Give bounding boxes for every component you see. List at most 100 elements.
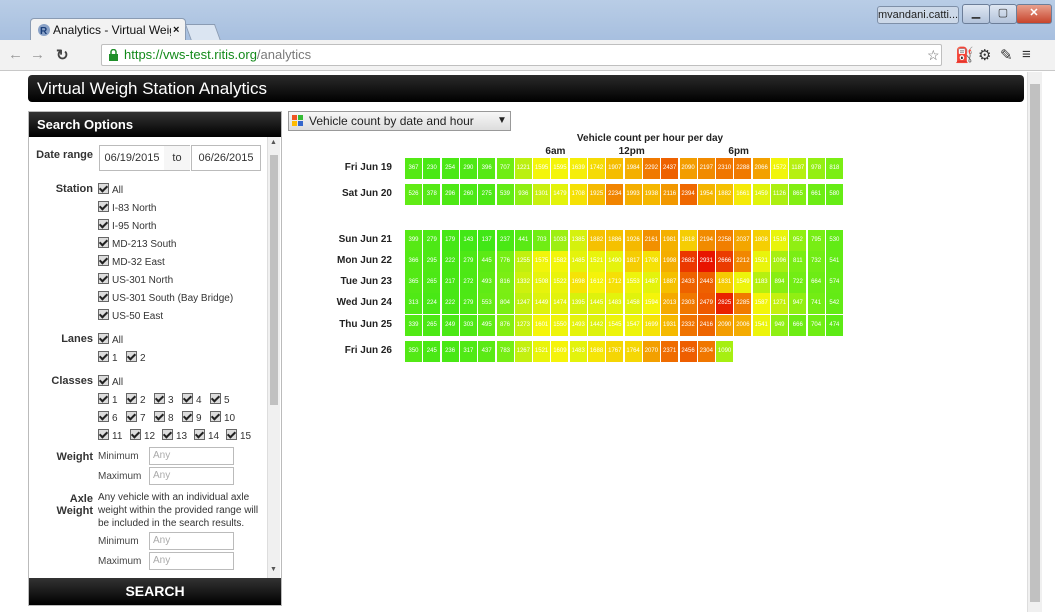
maximize-icon[interactable]: ▢	[989, 4, 1017, 24]
heatmap-cell[interactable]: 2303	[679, 293, 697, 314]
heatmap-cell[interactable]: 2437	[661, 158, 679, 179]
heatmap-cell[interactable]: 279	[459, 251, 477, 272]
heatmap-cell[interactable]: 378	[423, 184, 441, 205]
heatmap-cell[interactable]: 1831	[716, 272, 734, 293]
heatmap-cell[interactable]: 1449	[533, 293, 551, 314]
heatmap-cell[interactable]: 2682	[679, 251, 697, 272]
heatmap-cell[interactable]: 222	[441, 293, 459, 314]
heatmap-cell[interactable]: 493	[478, 272, 496, 293]
heatmap-cell[interactable]: 474	[825, 315, 843, 336]
heatmap-cell[interactable]: 2066	[752, 158, 770, 179]
class-checkbox-2[interactable]: 2	[126, 393, 146, 406]
heatmap-cell[interactable]: 1981	[661, 230, 679, 251]
extension-icon[interactable]: ⛽	[955, 46, 974, 64]
heatmap-cell[interactable]: 574	[825, 272, 843, 293]
heatmap-cell[interactable]: 2433	[679, 272, 697, 293]
heatmap-cell[interactable]: 290	[459, 158, 477, 179]
heatmap-cell[interactable]: 1698	[569, 272, 587, 293]
tab-close-icon[interactable]: ×	[173, 19, 179, 41]
heatmap-cell[interactable]: 1984	[624, 158, 642, 179]
heatmap-cell[interactable]: 1954	[697, 184, 715, 205]
class-checkbox-8[interactable]: 8	[154, 411, 174, 424]
heatmap-cell[interactable]: 2013	[661, 293, 679, 314]
heatmap-cell[interactable]: 1126	[771, 184, 788, 205]
heatmap-cell[interactable]: 1742	[588, 158, 605, 179]
heatmap-cell[interactable]: 1595	[551, 158, 569, 179]
heatmap-cell[interactable]: 245	[423, 341, 441, 362]
heatmap-cell[interactable]: 317	[459, 341, 477, 362]
heatmap-cell[interactable]: 1221	[514, 158, 532, 179]
heatmap-cell[interactable]: 350	[405, 341, 422, 362]
heatmap-cell[interactable]: 1609	[551, 341, 569, 362]
heatmap-cell[interactable]: 1572	[771, 158, 788, 179]
heatmap-cell[interactable]: 1550	[551, 315, 569, 336]
scroll-down-icon[interactable]: ▼	[270, 566, 277, 573]
heatmap-cell[interactable]: 1688	[588, 341, 605, 362]
heatmap-cell[interactable]: 818	[825, 158, 843, 179]
heatmap-cell[interactable]: 1712	[606, 272, 624, 293]
heatmap-cell[interactable]: 876	[496, 315, 514, 336]
heatmap-cell[interactable]: 1521	[588, 251, 605, 272]
heatmap-cell[interactable]: 1549	[734, 272, 752, 293]
heatmap-cell[interactable]: 313	[405, 293, 422, 314]
classes-checkbox-all[interactable]: All	[98, 375, 123, 388]
heatmap-cell[interactable]: 894	[771, 272, 788, 293]
heatmap-cell[interactable]: 2288	[734, 158, 752, 179]
heatmap-cell[interactable]: 1594	[642, 293, 660, 314]
heatmap-cell[interactable]: 143	[459, 230, 477, 251]
heatmap-cell[interactable]: 1490	[606, 251, 624, 272]
heatmap-cell[interactable]: 230	[423, 158, 441, 179]
heatmap-cell[interactable]: 279	[459, 293, 477, 314]
heatmap-cell[interactable]: 1925	[588, 184, 605, 205]
heatmap-cell[interactable]: 224	[423, 293, 441, 314]
heatmap-cell[interactable]: 296	[441, 184, 459, 205]
heatmap-cell[interactable]: 2037	[734, 230, 752, 251]
heatmap-cell[interactable]: 1090	[716, 341, 734, 362]
heatmap-cell[interactable]: 816	[496, 272, 514, 293]
browser-tab[interactable]: R Analytics - Virtual Weigh S ×	[30, 18, 186, 41]
heatmap-cell[interactable]: 2197	[697, 158, 715, 179]
heatmap-cell[interactable]: 1385	[569, 230, 587, 251]
heatmap-cell[interactable]: 1273	[514, 315, 532, 336]
heatmap-cell[interactable]: 865	[789, 184, 807, 205]
heatmap-cell[interactable]: 2234	[606, 184, 624, 205]
class-checkbox-14[interactable]: 14	[194, 429, 219, 442]
lanes-checkbox-all[interactable]: All	[98, 333, 123, 346]
address-bar[interactable]: https://vws-test.ritis.org/analytics ☆	[101, 44, 942, 66]
class-checkbox-13[interactable]: 13	[162, 429, 187, 442]
heatmap-cell[interactable]: 2116	[661, 184, 679, 205]
heatmap-cell[interactable]: 275	[478, 184, 496, 205]
weight-min-input[interactable]: Any	[149, 447, 234, 465]
heatmap-cell[interactable]: 2456	[679, 341, 697, 362]
heatmap-cell[interactable]: 1601	[533, 315, 551, 336]
heatmap-cell[interactable]: 2090	[716, 315, 734, 336]
heatmap-cell[interactable]: 1458	[624, 293, 642, 314]
class-checkbox-4[interactable]: 4	[182, 393, 202, 406]
heatmap-cell[interactable]: 2394	[679, 184, 697, 205]
search-button[interactable]: SEARCH	[29, 578, 281, 605]
heatmap-cell[interactable]: 2258	[716, 230, 734, 251]
heatmap-cell[interactable]: 1998	[661, 251, 679, 272]
heatmap-cell[interactable]: 1545	[606, 315, 624, 336]
lanes-checkbox-2[interactable]: 2	[126, 351, 146, 364]
heatmap-cell[interactable]: 222	[441, 251, 459, 272]
heatmap-cell[interactable]: 1767	[606, 341, 624, 362]
heatmap-cell[interactable]: 339	[405, 315, 422, 336]
new-tab-button[interactable]	[184, 24, 222, 41]
heatmap-cell[interactable]: 936	[514, 184, 532, 205]
heatmap-cell[interactable]: 1582	[551, 251, 569, 272]
heatmap-cell[interactable]: 1445	[588, 293, 605, 314]
scroll-up-icon[interactable]: ▲	[270, 139, 277, 146]
heatmap-cell[interactable]: 1882	[588, 230, 605, 251]
heatmap-cell[interactable]: 1459	[752, 184, 770, 205]
heatmap-cell[interactable]: 1474	[551, 293, 569, 314]
heatmap-cell[interactable]: 2310	[716, 158, 734, 179]
heatmap-cell[interactable]: 1485	[569, 251, 587, 272]
heatmap-cell[interactable]: 526	[405, 184, 422, 205]
heatmap-cell[interactable]: 441	[514, 230, 532, 251]
heatmap-cell[interactable]: 1764	[624, 341, 642, 362]
heatmap-cell[interactable]: 1516	[771, 230, 788, 251]
heatmap-cell[interactable]: 783	[496, 341, 514, 362]
class-checkbox-10[interactable]: 10	[210, 411, 235, 424]
heatmap-cell[interactable]: 365	[405, 272, 422, 293]
